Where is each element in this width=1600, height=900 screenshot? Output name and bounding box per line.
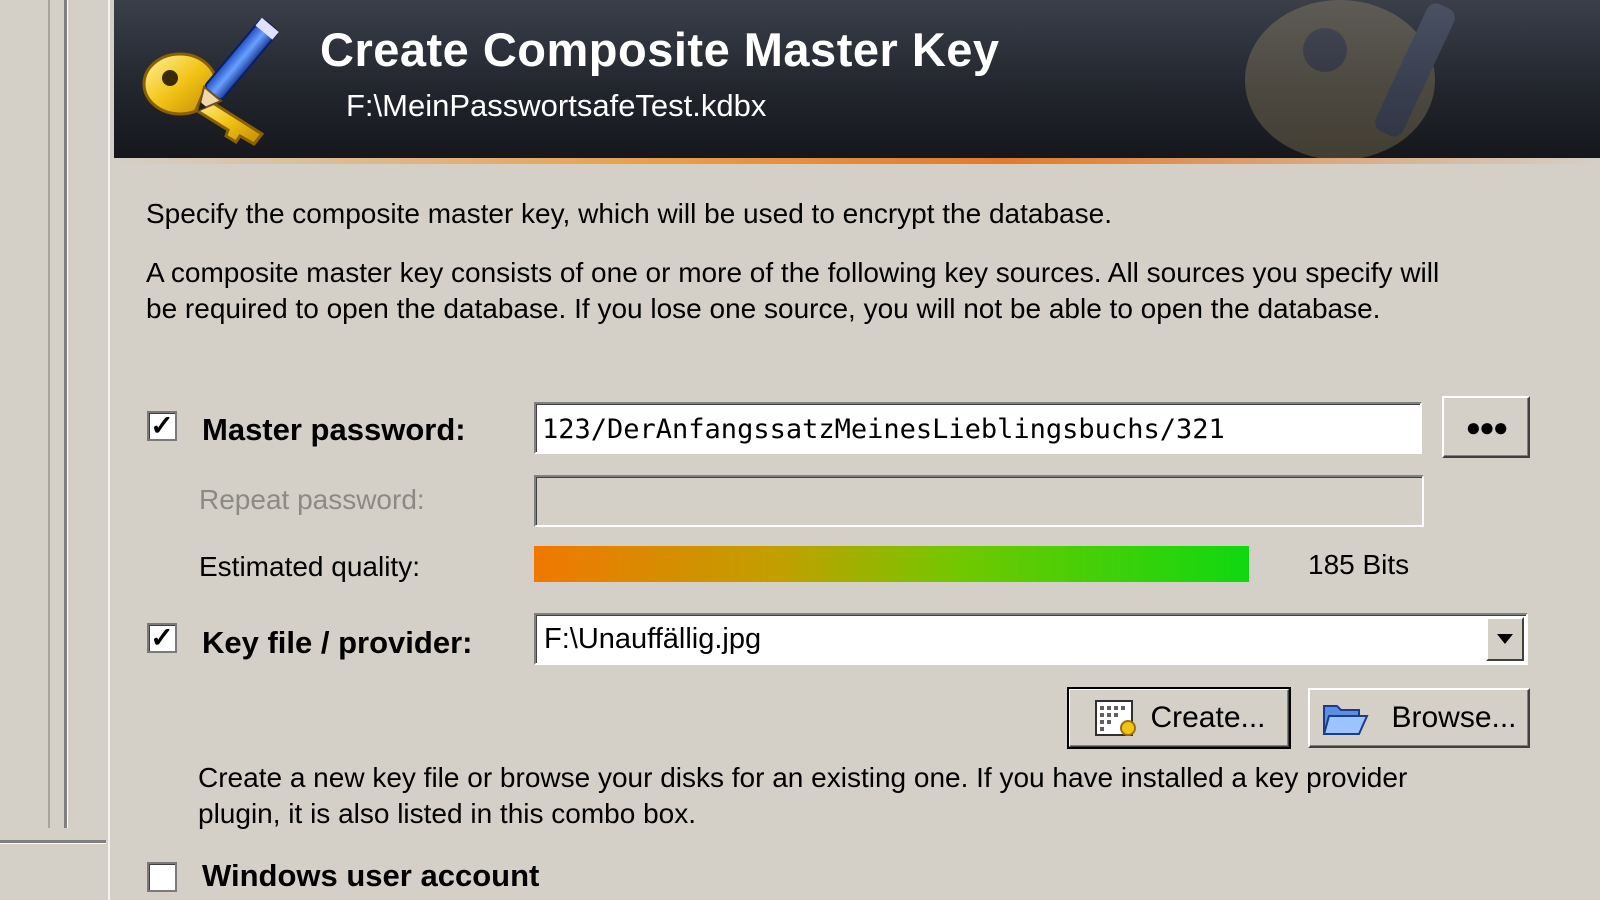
left-divider bbox=[48, 0, 50, 828]
intro-text-3: be required to open the database. If you… bbox=[146, 293, 1381, 324]
repeat-password-label: Repeat password: bbox=[199, 484, 425, 515]
left-panel bbox=[0, 0, 112, 900]
key-pencil-icon bbox=[142, 17, 279, 146]
banner-accent-line bbox=[114, 158, 1600, 164]
browse-button-label: Browse... bbox=[1391, 701, 1517, 734]
master-password-label: Master password: bbox=[202, 412, 466, 447]
master-password-checkbox[interactable]: ✓ bbox=[147, 411, 177, 441]
quality-progress-fill bbox=[534, 546, 1250, 582]
dialog-edge bbox=[108, 0, 110, 900]
left-horizontal-divider-highlight bbox=[0, 843, 106, 844]
key-file-help-1: Create a new key file or browse your dis… bbox=[198, 762, 1408, 793]
intro-text-1: Specify the composite master key, which … bbox=[146, 198, 1112, 229]
key-file-checkbox[interactable]: ✓ bbox=[147, 623, 177, 653]
chevron-down-icon bbox=[1497, 634, 1513, 644]
estimated-quality-label: Estimated quality: bbox=[199, 551, 420, 582]
repeat-password-input[interactable] bbox=[534, 475, 1424, 527]
database-path: F:\MeinPasswortsafeTest.kdbx bbox=[346, 88, 767, 123]
folder-open-icon bbox=[1323, 705, 1370, 735]
windows-user-account-label: Windows user account bbox=[202, 858, 540, 893]
toggle-password-visibility-button[interactable]: ●●● bbox=[1442, 396, 1530, 458]
create-key-file-button[interactable]: Create... bbox=[1067, 687, 1291, 749]
new-key-file-icon bbox=[1095, 700, 1137, 736]
key-file-value: F:\Unauffällig.jpg bbox=[544, 623, 762, 655]
master-password-value: 123/DerAnfangssatzMeinesLieblingsbuchs/3… bbox=[542, 414, 1225, 445]
combo-dropdown-button[interactable] bbox=[1486, 617, 1524, 661]
banner-watermark-icon bbox=[1245, 0, 1455, 158]
browse-key-file-button[interactable]: Browse... bbox=[1308, 688, 1530, 748]
key-file-label: Key file / provider: bbox=[202, 625, 473, 660]
quality-bits-text: 185 Bits bbox=[1308, 549, 1410, 580]
master-password-input[interactable]: 123/DerAnfangssatzMeinesLieblingsbuchs/3… bbox=[534, 402, 1422, 454]
create-button-label: Create... bbox=[1150, 701, 1266, 734]
key-file-combobox[interactable]: F:\Unauffällig.jpg bbox=[534, 613, 1528, 665]
dialog-title: Create Composite Master Key bbox=[320, 23, 1000, 76]
intro-text-2: A composite master key consists of one o… bbox=[146, 257, 1440, 288]
key-file-help-2: plugin, it is also listed in this combo … bbox=[198, 798, 697, 829]
windows-user-account-checkbox[interactable] bbox=[147, 862, 177, 892]
left-scroll-edge-highlight bbox=[67, 0, 68, 828]
quality-progress-bar bbox=[534, 546, 1264, 582]
